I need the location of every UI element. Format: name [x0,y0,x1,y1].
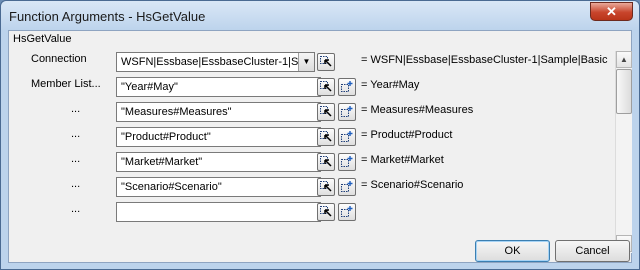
row-label-ellipsis: ... [71,153,81,165]
select-member-button-1[interactable] [317,78,335,96]
add-member-icon [341,106,353,117]
member-field-3[interactable]: "Product#Product" [116,127,321,147]
result-member-4: = Market#Market [361,154,444,166]
select-member-icon [320,156,332,167]
row-label-ellipsis: ... [71,203,81,215]
add-member-icon [341,156,353,167]
select-member-button-4[interactable] [317,153,335,171]
row-label-member-list: Member List... [31,78,101,90]
member-field-1[interactable]: "Year#May" [116,77,321,97]
add-member-button-5[interactable] [338,178,356,196]
connection-select-value: WSFN|Essbase|EssbaseCluster-1|Sample|Bas… [121,56,299,68]
add-member-icon [341,181,353,192]
dialog-window: Function Arguments - HsGetValue ✕ HsGetV… [0,0,640,270]
result-member-3: = Product#Product [361,129,453,141]
add-member-icon [341,131,353,142]
select-member-button-2[interactable] [317,103,335,121]
select-member-icon [320,106,332,117]
row-label-ellipsis: ... [71,178,81,190]
row-label-ellipsis: ... [71,103,81,115]
add-member-icon [341,81,353,92]
select-member-icon [320,56,332,67]
select-member-button-6[interactable] [317,203,335,221]
select-connection-button[interactable] [317,53,335,71]
member-field-4[interactable]: "Market#Market" [116,152,321,172]
add-member-button-4[interactable] [338,153,356,171]
result-connection: = WSFN|Essbase|EssbaseCluster-1|Sample|B… [361,54,608,66]
scroll-thumb[interactable] [616,69,632,114]
result-member-2: = Measures#Measures [361,104,474,116]
add-member-icon [341,206,353,217]
add-member-button-1[interactable] [338,78,356,96]
select-member-icon [320,206,332,217]
add-member-button-2[interactable] [338,103,356,121]
add-member-button-3[interactable] [338,128,356,146]
ok-button[interactable]: OK [475,240,550,262]
close-button[interactable]: ✕ [590,2,633,21]
add-member-button-6[interactable] [338,203,356,221]
row-label-ellipsis: ... [71,128,81,140]
cancel-button[interactable]: Cancel [555,240,630,262]
member-field-6[interactable] [116,202,321,222]
scroll-up-button[interactable]: ▲ [616,51,632,68]
row-label-connection: Connection [31,53,87,65]
select-member-button-5[interactable] [317,178,335,196]
select-member-icon [320,81,332,92]
connection-select[interactable]: WSFN|Essbase|EssbaseCluster-1|Sample|Bas… [116,52,315,72]
group-label: HsGetValue [13,33,72,45]
vertical-scrollbar[interactable]: ▲ ▼ [615,51,632,253]
member-field-5[interactable]: "Scenario#Scenario" [116,177,321,197]
result-member-5: = Scenario#Scenario [361,179,464,191]
dialog-client: HsGetValue Connection WSFN|Essbase|Essba… [8,30,632,263]
select-member-icon [320,131,332,142]
window-title: Function Arguments - HsGetValue [9,9,206,24]
select-member-icon [320,181,332,192]
member-field-2[interactable]: "Measures#Measures" [116,102,321,122]
chevron-down-icon[interactable]: ▼ [298,53,314,71]
select-member-button-3[interactable] [317,128,335,146]
title-bar[interactable]: Function Arguments - HsGetValue ✕ [1,1,639,31]
result-member-1: = Year#May [361,79,420,91]
